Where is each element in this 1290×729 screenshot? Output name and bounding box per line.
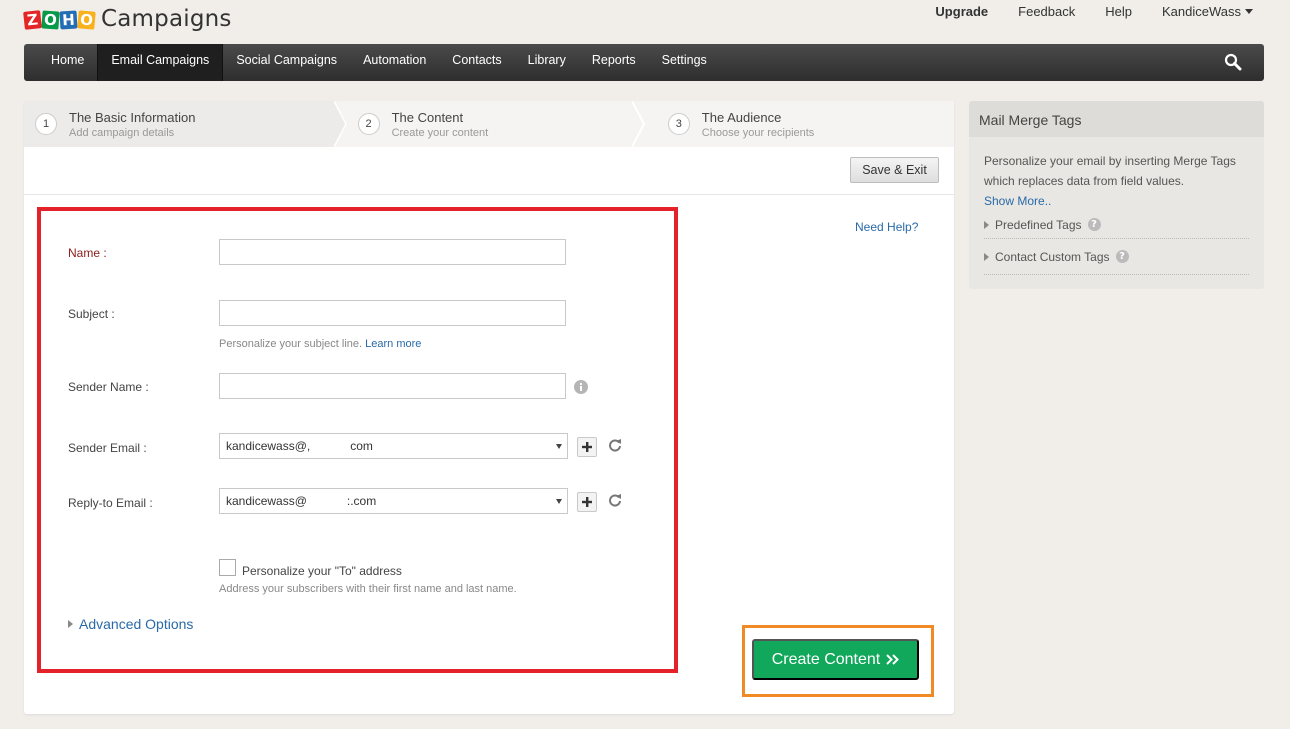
chevron-right-icon — [984, 252, 989, 261]
search-icon[interactable] — [1224, 53, 1242, 71]
step-subtitle: Choose your recipients — [701, 126, 815, 139]
nav-home[interactable]: Home — [38, 44, 97, 81]
add-reply-to-button[interactable] — [577, 492, 597, 512]
campaign-name-input[interactable] — [219, 239, 566, 265]
chevron-down-icon — [1245, 9, 1253, 14]
learn-more-link[interactable]: Learn more — [365, 338, 421, 350]
nav-automation[interactable]: Automation — [350, 44, 439, 81]
save-bar: Save & Exit — [24, 147, 954, 195]
plus-icon — [582, 497, 592, 507]
predefined-tags-label: Predefined Tags — [995, 217, 1082, 232]
step-separator — [631, 101, 645, 147]
feedback-link[interactable]: Feedback — [1018, 4, 1075, 19]
step-number: 1 — [35, 113, 57, 135]
nav-contacts[interactable]: Contacts — [439, 44, 514, 81]
logo-letter: Z — [23, 10, 42, 30]
reply-to-select[interactable]: kandicewass@ :.com — [219, 488, 568, 514]
add-sender-email-button[interactable] — [577, 437, 597, 457]
advanced-options-toggle[interactable]: Advanced Options — [68, 616, 193, 632]
main-nav: Home Email Campaigns Social Campaigns Au… — [24, 44, 1264, 81]
help-icon[interactable]: ? — [1087, 218, 1101, 231]
subject-label: Subject : — [68, 307, 115, 321]
top-utility-nav: Upgrade Feedback Help KandiceWass — [935, 4, 1253, 19]
logo-letter: O — [41, 10, 60, 30]
contact-custom-tags-toggle[interactable]: Contact Custom Tags ? — [984, 239, 1249, 275]
personalize-to-label: Personalize your "To" address — [242, 564, 402, 578]
step-title: The Basic Information — [69, 109, 196, 125]
upgrade-link[interactable]: Upgrade — [935, 4, 988, 19]
step-title: The Content — [391, 109, 464, 125]
personalize-to-hint: Address your subscribers with their firs… — [219, 583, 517, 595]
create-content-label: Create Content — [771, 650, 881, 668]
chevron-down-icon — [556, 444, 562, 449]
nav-email-campaigns[interactable]: Email Campaigns — [97, 44, 224, 81]
logo-letter: O — [77, 10, 96, 30]
help-link[interactable]: Help — [1105, 4, 1132, 19]
create-content-button[interactable]: Create Content — [752, 639, 919, 680]
logo-letter: H — [59, 10, 78, 30]
app-name: Campaigns — [101, 6, 232, 32]
zoho-campaigns-logo[interactable]: Z O H O Campaigns — [23, 6, 232, 32]
step-number: 2 — [357, 113, 380, 135]
campaign-form-highlight: Name : Subject : Personalize your subjec… — [37, 207, 678, 673]
save-exit-button[interactable]: Save & Exit — [850, 157, 939, 183]
step-number: 3 — [667, 113, 690, 135]
wizard-steps: 1 The Basic Information Add campaign det… — [24, 101, 954, 147]
chevron-right-icon — [984, 220, 989, 229]
chevron-right-icon — [68, 620, 73, 628]
contact-custom-tags-label: Contact Custom Tags — [995, 249, 1110, 264]
help-icon[interactable]: ? — [1115, 250, 1129, 263]
zoho-logo: Z O H O — [23, 10, 96, 30]
show-more-link[interactable]: Show More.. — [984, 191, 1249, 211]
mail-merge-description: Personalize your email by inserting Merg… — [984, 154, 1236, 188]
sender-email-value: kandicewass@, com — [226, 439, 373, 453]
step-separator — [333, 101, 347, 147]
plus-icon — [582, 442, 592, 452]
create-content-highlight: Create Content — [742, 625, 934, 697]
refresh-icon[interactable] — [608, 493, 622, 507]
subject-hint: Personalize your subject line. Learn mor… — [219, 338, 421, 350]
name-label: Name : — [68, 246, 107, 260]
mail-merge-title: Mail Merge Tags — [969, 101, 1264, 137]
user-name: KandiceWass — [1162, 4, 1241, 19]
chevron-down-icon — [556, 499, 562, 504]
subject-input[interactable] — [219, 300, 566, 326]
nav-social-campaigns[interactable]: Social Campaigns — [223, 44, 350, 81]
step-title: The Audience — [701, 109, 782, 125]
nav-library[interactable]: Library — [515, 44, 579, 81]
advanced-options-label: Advanced Options — [79, 616, 194, 632]
nav-settings[interactable]: Settings — [649, 44, 720, 81]
step-basic-information[interactable]: 1 The Basic Information Add campaign det… — [24, 101, 347, 147]
info-icon[interactable] — [574, 380, 588, 394]
double-chevron-right-icon — [886, 654, 900, 665]
sender-email-select[interactable]: kandicewass@, com — [219, 433, 568, 459]
predefined-tags-toggle[interactable]: Predefined Tags ? — [984, 211, 1249, 239]
sender-name-label: Sender Name : — [68, 380, 149, 394]
reply-to-value: kandicewass@ :.com — [226, 494, 377, 508]
mail-merge-panel: Mail Merge Tags Personalize your email b… — [969, 101, 1264, 289]
step-subtitle: Create your content — [391, 126, 489, 139]
campaign-wizard-card: 1 The Basic Information Add campaign det… — [24, 101, 954, 714]
sender-name-input[interactable] — [219, 373, 566, 399]
sender-email-label: Sender Email : — [68, 441, 147, 455]
personalize-to-checkbox[interactable] — [219, 559, 236, 576]
user-menu[interactable]: KandiceWass — [1162, 4, 1253, 19]
need-help-link[interactable]: Need Help? — [855, 220, 918, 234]
step-content[interactable]: 2 The Content Create your content — [334, 101, 645, 147]
reply-to-label: Reply-to Email : — [68, 496, 153, 510]
subject-hint-text: Personalize your subject line. — [219, 338, 363, 350]
step-subtitle: Add campaign details — [69, 126, 175, 139]
nav-reports[interactable]: Reports — [579, 44, 649, 81]
refresh-icon[interactable] — [608, 438, 622, 452]
step-audience[interactable]: 3 The Audience Choose your recipients — [644, 101, 954, 147]
